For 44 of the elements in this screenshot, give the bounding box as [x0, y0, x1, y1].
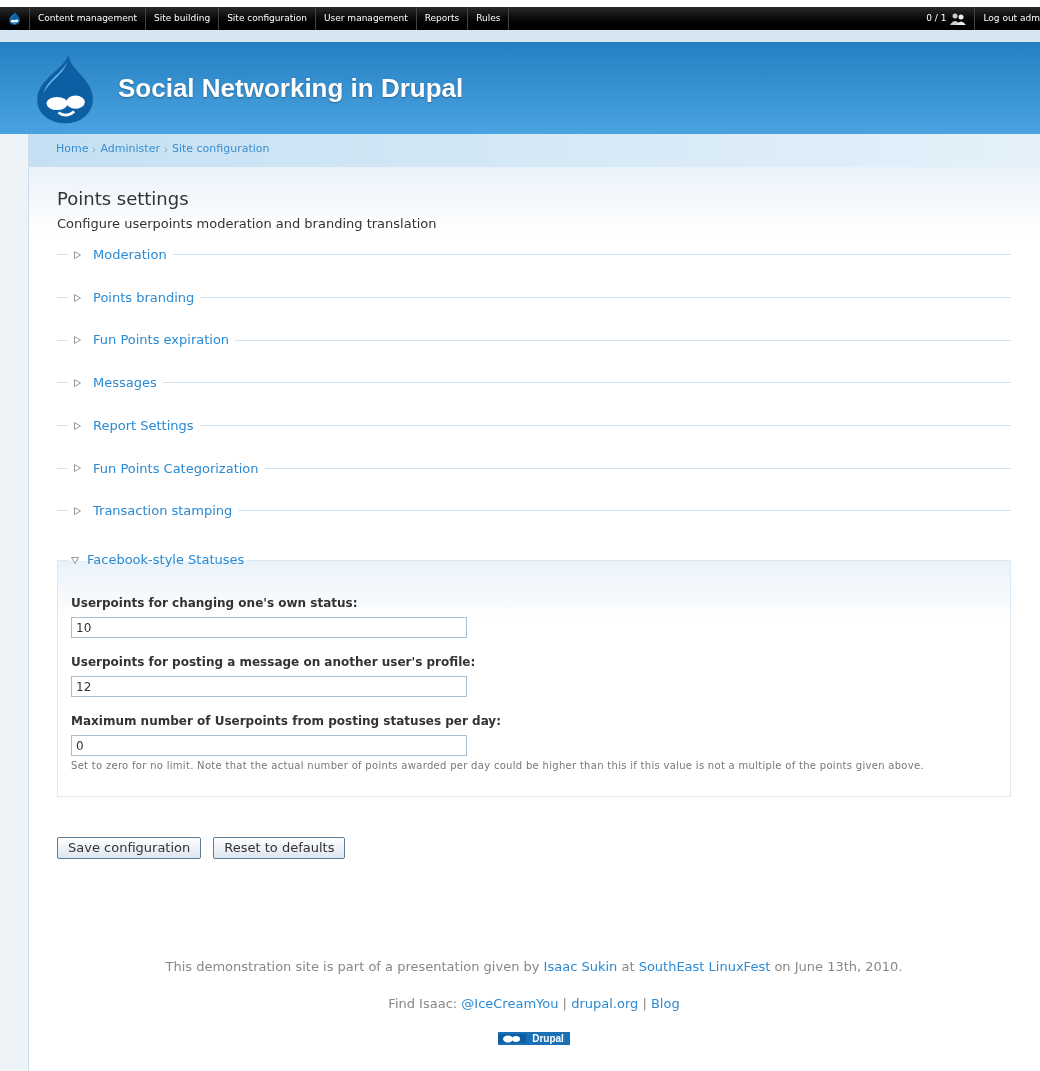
triangle-right-icon	[74, 293, 81, 302]
breadcrumb-link[interactable]: Home	[56, 141, 89, 158]
field-label: Maximum number of Userpoints from posting statuses per day:	[71, 712, 502, 730]
collapsed-fieldset[interactable]: Points branding	[68, 287, 201, 308]
collapsed-fieldset[interactable]: Transaction stamping	[68, 501, 239, 521]
triangle-down-icon	[71, 556, 79, 564]
form-button[interactable]: Reset to defaults	[213, 836, 346, 859]
drupal-icon	[8, 11, 21, 26]
field-label: Userpoints for posting a message on another user's profile:	[71, 653, 477, 671]
field-description: Set to zero for no limit. Note that the actual number of points awarded per day could be higher than this if this value is not a multiple of the points given above.	[71, 758, 925, 773]
collapsed-fieldset[interactable]: Messages	[68, 373, 163, 393]
site-name[interactable]: Social Networking in Drupal	[118, 68, 464, 108]
chevron-icon	[163, 146, 168, 153]
triangle-right-icon	[74, 336, 81, 345]
breadcrumb-link[interactable]: Site configuration	[171, 141, 270, 158]
footer-link[interactable]: @IceCreamYou	[461, 996, 559, 1012]
triangle-right-icon	[74, 506, 81, 515]
page-description: Configure userpoints moderation and branding translation	[57, 215, 438, 233]
powered-by-drupal-badge[interactable]: Drupal	[498, 1031, 570, 1045]
footer-link[interactable]: Blog	[650, 996, 680, 1012]
triangle-right-icon	[74, 250, 81, 259]
footer-text: This demonstration site is part of a presentation given by Isaac Sukin at SouthEast LinuxFest on June 13th, 2010.	[165, 957, 903, 976]
collapsed-fieldset[interactable]: Moderation	[68, 245, 173, 265]
triangle-right-icon	[74, 378, 81, 387]
footer-text: Find Isaac: @IceCreamYou | drupal.org | Blog	[388, 995, 680, 1014]
collapsed-fieldset[interactable]: Fun Points expiration	[68, 330, 236, 350]
footer-link[interactable]: Isaac Sukin	[543, 958, 618, 974]
chevron-icon	[92, 146, 97, 153]
footer-link[interactable]: drupal.org	[571, 996, 639, 1012]
footer-link[interactable]: SouthEast LinuxFest	[638, 958, 771, 974]
fieldset-legend[interactable]: Facebook-style Statuses	[69, 550, 247, 570]
form-button[interactable]: Save configuration	[57, 836, 202, 859]
breadcrumb-link[interactable]: Administer	[100, 141, 160, 158]
number-field[interactable]: 10	[71, 617, 467, 639]
collapsed-fieldset[interactable]: Report Settings	[68, 415, 200, 436]
collapsed-fieldset[interactable]: Fun Points Categorization	[68, 458, 265, 479]
field-label: Userpoints for changing one's own status:	[71, 594, 359, 612]
number-field[interactable]: 12	[71, 676, 467, 698]
triangle-right-icon	[74, 421, 81, 430]
page-title: Points settings	[57, 187, 190, 211]
user-count: 0 / 1	[925, 11, 948, 25]
number-field[interactable]: 0	[71, 735, 467, 757]
triangle-right-icon	[74, 464, 81, 473]
users-icon	[950, 12, 967, 25]
